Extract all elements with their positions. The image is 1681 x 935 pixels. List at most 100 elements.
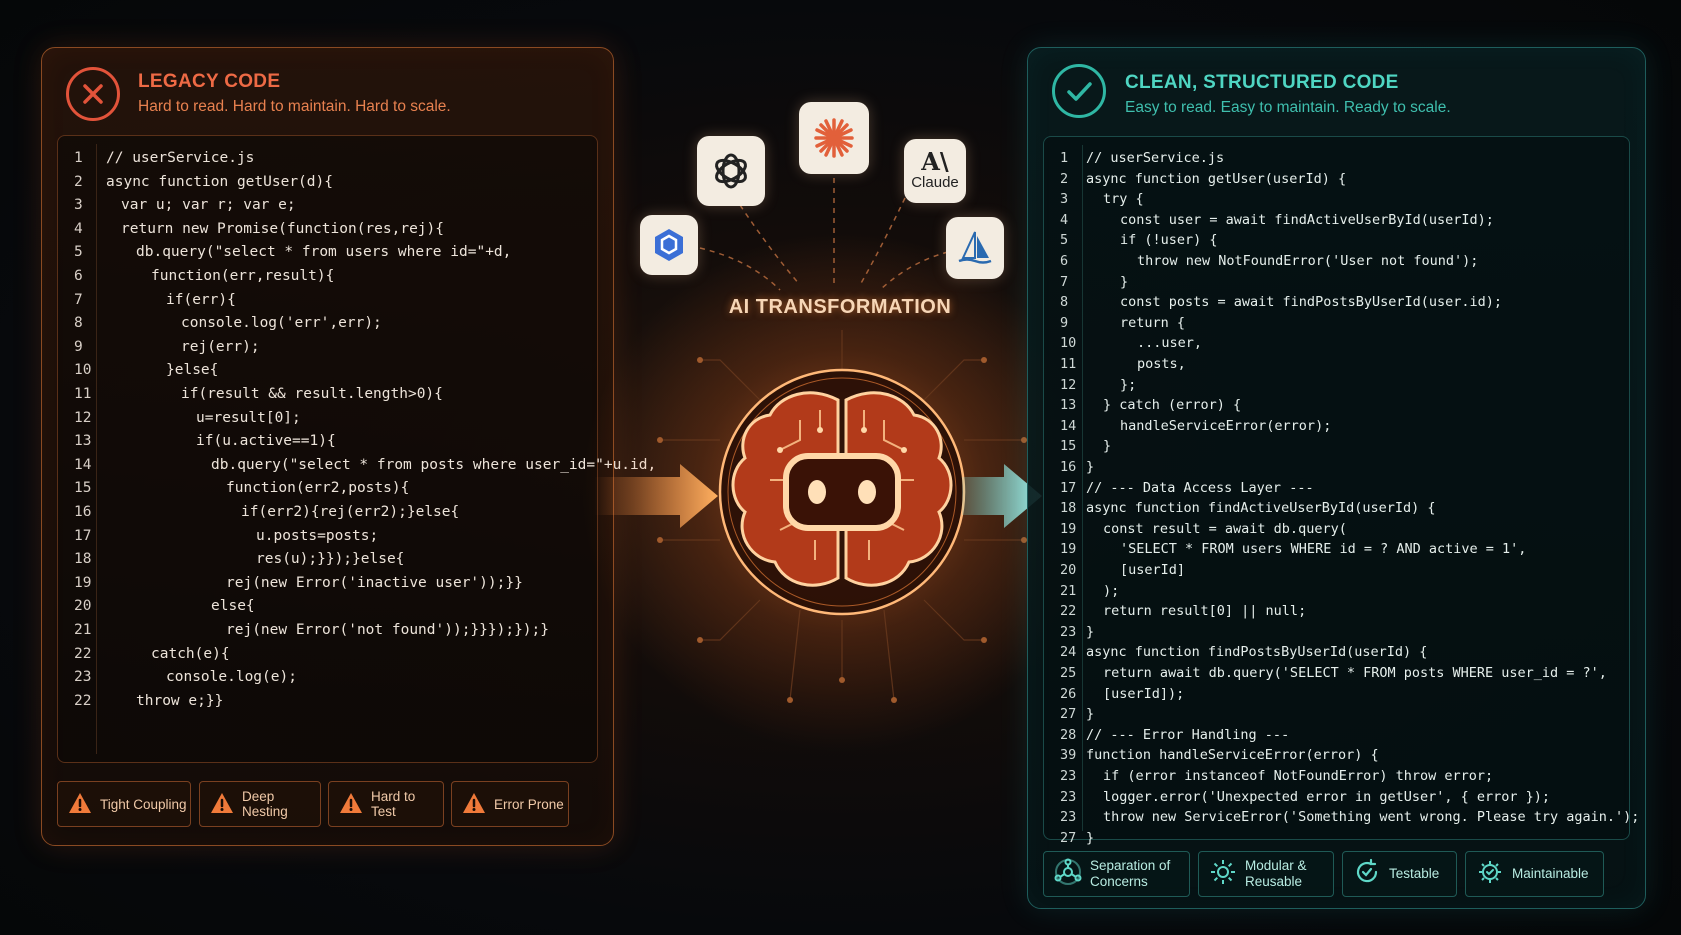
code-line: 23 throw new ServiceError('Something went…: [1044, 808, 1639, 826]
code-line: 13 if(u.active==1){: [58, 431, 597, 451]
code-line: 24 async function findPostsByUserId(userI…: [1044, 643, 1629, 661]
code-line: 2 async function getUser(d){: [58, 172, 597, 192]
code-text: console.log('err',err);: [181, 315, 382, 332]
code-line: 18 async function findActiveUserById(user…: [1044, 499, 1629, 517]
clean-code-panel: CLEAN, STRUCTURED CODE Easy to read. Eas…: [1027, 47, 1646, 909]
brain-icon: [731, 391, 953, 587]
code-line: 6 function(err,result){: [58, 266, 597, 286]
clean-subtitle: Easy to read. Easy to maintain. Ready to…: [1125, 99, 1451, 116]
badge-deep-nesting: Deep Nesting: [199, 781, 321, 827]
code-line: 22 catch(e){: [58, 644, 597, 664]
code-text: if(err2){rej(err2);}else{: [241, 504, 460, 520]
code-line: 19 const result = await db.query(: [1044, 520, 1629, 538]
code-text: db.query("select * from posts where user…: [211, 456, 657, 473]
starburst-logo-icon: [799, 102, 869, 174]
code-text: catch(e){: [151, 645, 230, 662]
badge-label: Hard to Test: [371, 789, 416, 819]
code-text: };: [1120, 376, 1137, 393]
line-number: 23: [74, 669, 92, 686]
code-line: 8 console.log('err',err);: [58, 313, 597, 333]
code-line: 18 res(u);}});}else{: [58, 549, 597, 569]
line-number: 7: [1060, 273, 1069, 290]
code-text: if(result && result.length>0){: [181, 386, 443, 402]
warning-icon: [462, 792, 486, 817]
legacy-title: LEGACY CODE: [138, 71, 281, 92]
code-text: if(err){: [166, 291, 236, 308]
code-line: 11 if(result && result.length>0){: [58, 384, 597, 404]
code-line: 26 [userId]);: [1044, 685, 1629, 703]
line-number: 22: [74, 645, 92, 662]
line-number: 18: [74, 551, 92, 568]
line-number: 6: [74, 268, 83, 284]
line-number: 2: [74, 173, 83, 190]
line-number: 14: [1060, 417, 1077, 434]
code-text: // userService.js: [106, 150, 255, 166]
code-text: }: [1086, 459, 1095, 475]
code-line: 19 rej(new Error('inactive user'));}}: [58, 573, 597, 593]
ai-transformation-title: AI TRANSFORMATION: [728, 296, 952, 318]
line-number: 21: [1060, 582, 1077, 599]
code-line: 16 if(err2){rej(err2);}else{: [58, 502, 597, 522]
gear-check-icon: [1476, 858, 1504, 890]
code-text: u=result[0];: [196, 409, 301, 426]
code-line: 8 const posts = await findPostsByUserId(u…: [1044, 293, 1629, 311]
network-icon: [1054, 858, 1082, 890]
code-text: rej(err);: [181, 338, 260, 355]
code-text: function(err2,posts){: [226, 480, 410, 497]
code-line: 2 async function getUser(userId) {: [1044, 170, 1629, 188]
code-text: 'SELECT * FROM users WHERE id = ? AND ac…: [1120, 541, 1527, 558]
code-line: 23}: [1044, 623, 1629, 641]
line-number: 4: [74, 220, 83, 237]
line-number: 26: [1060, 685, 1077, 702]
code-text: async function findActiveUserById(userId…: [1086, 500, 1436, 517]
legacy-subtitle: Hard to read. Hard to maintain. Hard to …: [138, 98, 451, 115]
hexagon-logo-icon: [640, 215, 698, 275]
code-line: 9 return {: [1044, 314, 1629, 332]
code-line: 10}else{: [58, 360, 597, 380]
code-text: db.query("select * from users where id="…: [136, 244, 512, 261]
line-number: 1: [74, 150, 83, 166]
code-line: 17 u.posts=posts;: [58, 526, 597, 546]
badge-label-line2: Concerns: [1090, 874, 1148, 889]
code-text: throw new ServiceError('Something went w…: [1103, 809, 1640, 826]
line-number: 19: [74, 574, 92, 591]
code-line: 5 db.query("select * from users where id=…: [58, 242, 597, 262]
code-line: 17// --- Data Access Layer ---: [1044, 479, 1629, 497]
badge-separation-of-concerns: Separation of Concerns: [1043, 851, 1190, 897]
line-number: 25: [1060, 665, 1077, 681]
code-line: 12};: [1044, 376, 1629, 394]
claude-label: Claude: [911, 174, 959, 191]
line-number: 10: [1060, 335, 1077, 352]
code-text: }: [1086, 623, 1095, 640]
code-line: 12 u=result[0];: [58, 408, 597, 428]
code-text: [userId]);: [1103, 685, 1185, 702]
code-line: 6 throw new NotFoundError('User not found…: [1044, 252, 1629, 270]
line-number: 21: [74, 622, 92, 638]
badge-label: Modular & Reusable: [1245, 858, 1307, 890]
code-text: return result[0] || null;: [1103, 603, 1307, 620]
code-line: 9 rej(err);: [58, 337, 597, 357]
code-line: 15}: [1044, 437, 1629, 455]
code-text: } catch (error) {: [1103, 397, 1242, 414]
code-text: posts,: [1137, 356, 1186, 372]
code-line: 3 try {: [1044, 190, 1629, 208]
line-number: 5: [74, 244, 83, 261]
code-line: 25 return await db.query('SELECT * FROM p…: [1044, 664, 1629, 682]
legacy-code-block: 1 // userService.js 2 async function getUse…: [57, 135, 656, 763]
anthropic-mark: A\: [921, 147, 949, 176]
code-line: 39 function handleServiceError(error) {: [1044, 746, 1629, 764]
badge-label: Tight Coupling: [100, 796, 187, 812]
line-number: 15: [1060, 438, 1077, 455]
badge-label-line1: Modular &: [1245, 858, 1307, 873]
code-line: 4 return new Promise(function(res,rej){: [58, 219, 597, 239]
code-text: async function findPostsByUserId(userId)…: [1086, 644, 1428, 661]
badge-label: Error Prone: [494, 796, 564, 812]
code-text: ...user,: [1137, 335, 1203, 352]
line-number: 9: [74, 338, 83, 355]
badge-label: Maintainable: [1512, 866, 1589, 882]
code-text: return new Promise(function(res,rej){: [121, 220, 445, 237]
code-text: if (error instanceof NotFoundError) thro…: [1103, 768, 1494, 784]
badge-label-line1: Testable: [1389, 866, 1440, 881]
line-number: 13: [74, 433, 92, 450]
code-text: if(u.active==1){: [196, 433, 336, 450]
